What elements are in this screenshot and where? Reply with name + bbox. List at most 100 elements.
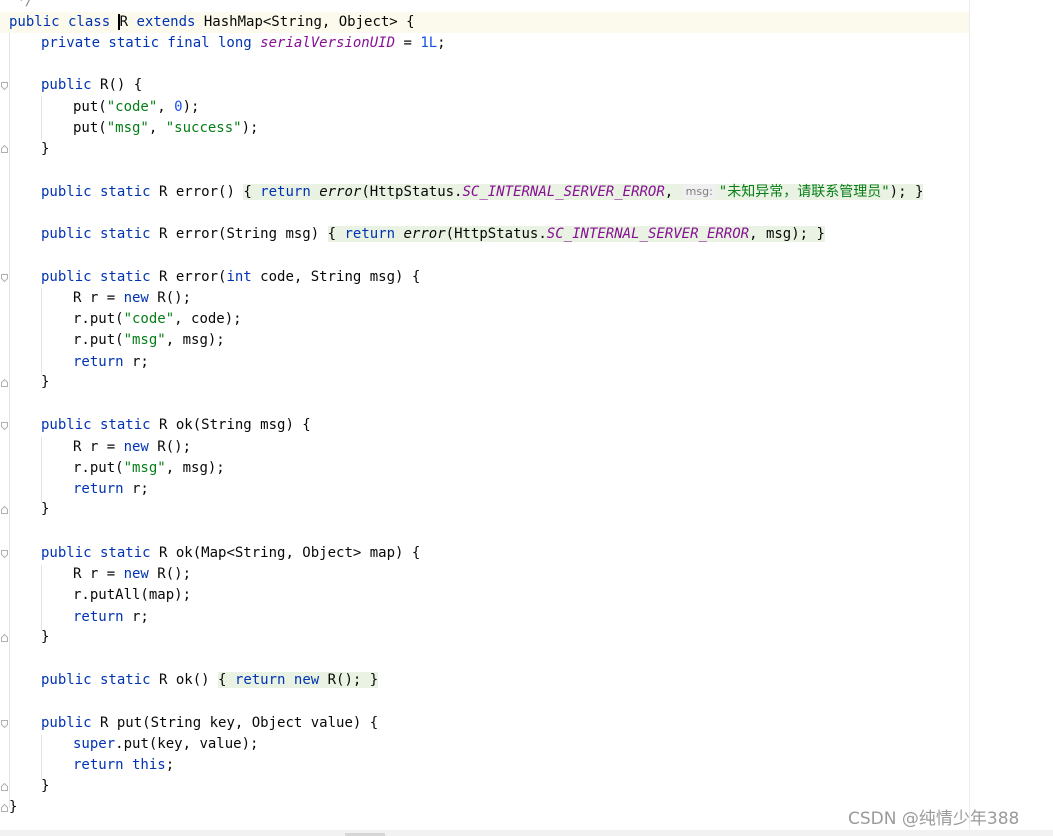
keyword: super — [73, 736, 116, 752]
code-line[interactable]: R r = new R(); — [73, 437, 191, 458]
code-text: , code); — [174, 311, 242, 327]
super-type: HashMap<String, Object> { — [203, 14, 415, 30]
fold-marker-icon[interactable] — [1, 720, 8, 728]
fold-marker-icon[interactable] — [1, 145, 8, 153]
code-text: code, String msg) { — [251, 269, 421, 285]
code-text: r; — [123, 481, 149, 497]
fold-marker-icon[interactable] — [1, 379, 8, 387]
fold-marker-icon[interactable] — [1, 506, 8, 514]
keyword: new — [123, 439, 149, 455]
constant-name: SC_INTERNAL_SERVER_ERROR — [462, 184, 665, 200]
code-text: r; — [123, 609, 149, 625]
method-error-msg[interactable]: public static R error(String msg) { retu… — [41, 224, 825, 245]
indent-guide — [41, 288, 42, 375]
code-line[interactable]: super.put(key, value); — [73, 734, 258, 755]
code-editor[interactable]: */ public class R extends HashMap<String… — [0, 0, 1053, 836]
fold-marker-icon[interactable] — [1, 422, 8, 430]
fold-marker-icon[interactable] — [1, 804, 8, 812]
keyword: public — [41, 77, 101, 93]
constructor-declaration[interactable]: public R() { — [41, 75, 142, 96]
closing-brace[interactable]: } — [41, 776, 49, 797]
keyword: return — [73, 481, 124, 497]
indent-guide — [41, 565, 42, 630]
method-error-default[interactable]: public static R error() { return error(H… — [41, 182, 924, 203]
constant-name: SC_INTERNAL_SERVER_ERROR — [546, 226, 750, 242]
code-line[interactable]: R r = new R(); — [73, 564, 191, 585]
keyword: public — [41, 715, 101, 731]
keyword: public static — [41, 545, 160, 561]
code-text: R r = — [73, 290, 124, 306]
fold-marker-icon[interactable] — [1, 634, 8, 642]
code-text: , — [157, 99, 175, 115]
code-line[interactable]: return this; — [73, 755, 174, 776]
code-text: ); — [889, 184, 907, 200]
code-line[interactable]: R r = new R(); — [73, 288, 191, 309]
number-literal: 0 — [174, 99, 183, 115]
fold-marker-icon[interactable] — [1, 274, 8, 282]
string-literal: "未知异常，请联系管理员" — [718, 184, 890, 200]
code-text: R(); — [148, 439, 192, 455]
string-literal: "success" — [165, 120, 242, 136]
keyword: return this — [73, 757, 166, 773]
code-text: put( — [73, 120, 107, 136]
class-declaration[interactable]: public class R extends HashMap<String, O… — [9, 12, 415, 33]
method-ok-msg[interactable]: public static R ok(String msg) { — [41, 415, 311, 436]
closing-brace[interactable]: } — [41, 372, 49, 393]
string-literal: "msg" — [106, 120, 149, 136]
code-line[interactable]: put("code", 0); — [73, 97, 199, 118]
code-text: ); — [241, 120, 259, 136]
code-text: R ok(String msg) { — [159, 417, 311, 433]
code-line[interactable]: private static final long serialVersionU… — [41, 33, 446, 54]
code-text: R error() — [159, 184, 235, 200]
class-closing-brace[interactable]: } — [9, 797, 17, 818]
method-put[interactable]: public R put(String key, Object value) { — [41, 713, 378, 734]
keyword: extends — [128, 14, 204, 30]
keyword: new — [293, 672, 320, 688]
closing-brace[interactable]: } — [41, 627, 49, 648]
code-text: , — [148, 120, 166, 136]
method-ok-map[interactable]: public static R ok(Map<String, Object> m… — [41, 543, 420, 564]
keyword: new — [123, 566, 149, 582]
fold-marker-icon[interactable] — [1, 82, 8, 90]
indent-guide — [41, 735, 42, 779]
fold-marker-icon[interactable] — [1, 550, 8, 558]
horizontal-scrollbar[interactable] — [0, 830, 1053, 836]
operator: = — [395, 35, 421, 51]
method-ok-default[interactable]: public static R ok() { return new R(); } — [41, 670, 379, 691]
close-brace: } — [914, 184, 924, 200]
code-text: R() { — [100, 77, 143, 93]
code-line[interactable]: r.put("msg", msg); — [73, 330, 225, 351]
code-text: r.put( — [73, 311, 124, 327]
code-text: , — [664, 184, 682, 200]
closing-brace[interactable]: } — [41, 139, 49, 160]
method-error-code-msg[interactable]: public static R error(int code, String m… — [41, 267, 420, 288]
code-line[interactable]: r.put("msg", msg); — [73, 458, 225, 479]
code-line[interactable]: return r; — [73, 352, 149, 373]
keyword: public static — [41, 417, 160, 433]
code-text: (HttpStatus. — [361, 184, 463, 200]
keyword: private static final long — [41, 35, 261, 51]
folded-region[interactable]: { return error(HttpStatus.SC_INTERNAL_SE… — [327, 226, 825, 242]
folded-region[interactable]: { return error(HttpStatus.SC_INTERNAL_SE… — [243, 184, 924, 200]
code-text: ; — [165, 757, 175, 773]
method-call: error — [319, 184, 362, 200]
keyword: int — [226, 269, 252, 285]
field-name: serialVersionUID — [260, 35, 396, 51]
code-line[interactable]: return r; — [73, 607, 149, 628]
fold-marker-icon[interactable] — [1, 783, 8, 791]
code-line[interactable]: put("msg", "success"); — [73, 118, 258, 139]
code-text: R ok() — [159, 672, 210, 688]
string-literal: "code" — [123, 311, 175, 327]
code-text: r.put( — [73, 460, 124, 476]
folded-region[interactable]: { return new R(); } — [218, 672, 379, 688]
code-line[interactable]: r.putAll(map); — [73, 585, 191, 606]
code-line[interactable]: r.put("code", code); — [73, 309, 242, 330]
code-text: R error(String msg) — [159, 226, 320, 242]
keyword: return — [336, 226, 404, 242]
code-line[interactable]: return r; — [73, 479, 149, 500]
closing-brace[interactable]: } — [41, 499, 49, 520]
